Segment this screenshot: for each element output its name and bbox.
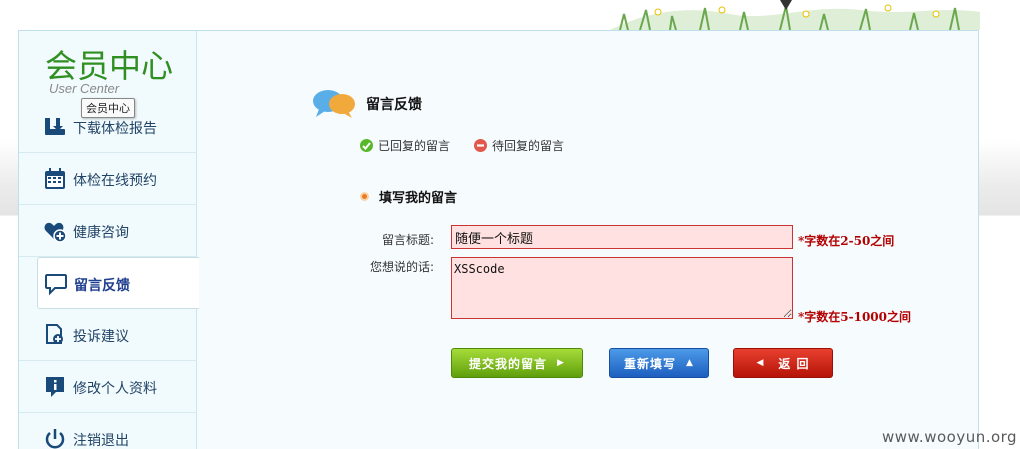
back-button[interactable]: ◀ 返 回 — [733, 348, 833, 378]
header-decoration — [610, 0, 980, 30]
chat-bubble-icon — [44, 272, 68, 296]
document-plus-icon — [43, 323, 67, 347]
submit-button[interactable]: 提交我的留言 ▶ — [451, 348, 583, 378]
section-heading-label: 填写我的留言 — [379, 191, 458, 206]
sidebar-item-health-consult[interactable]: 健康咨询 — [19, 205, 197, 257]
reset-button-label: 重新填写 — [624, 356, 677, 371]
sidebar-item-logout[interactable]: 注销退出 — [19, 413, 197, 449]
info-icon — [43, 375, 67, 399]
reset-button[interactable]: 重新填写 ▲ — [609, 348, 709, 378]
power-icon — [43, 427, 67, 449]
legend-replied: 已回复的留言 — [360, 137, 450, 154]
sidebar-item-label: 投诉建议 — [73, 329, 129, 345]
sidebar-item-label: 留言反馈 — [74, 278, 130, 294]
message-label: 您想说的话: — [370, 260, 435, 274]
sidebar-item-label: 健康咨询 — [73, 225, 129, 241]
title-label: 留言标题: — [382, 233, 435, 247]
sidebar-item-label: 注销退出 — [73, 433, 129, 449]
arrow-up-icon: ▲ — [686, 358, 694, 368]
message-hint: *字数在5-1000之间 — [798, 310, 912, 324]
arrow-right-icon: ▶ — [557, 358, 565, 368]
sidebar-item-label: 修改个人资料 — [73, 381, 157, 397]
calendar-icon — [43, 167, 67, 191]
sidebar-item-label: 下载体检报告 — [73, 121, 157, 137]
check-icon — [360, 139, 373, 152]
watermark: www.wooyun.org — [882, 428, 1018, 446]
arrow-left-icon: ◀ — [756, 358, 765, 368]
submit-button-label: 提交我的留言 — [469, 356, 548, 371]
sidebar-item-edit-profile[interactable]: 修改个人资料 — [19, 361, 197, 413]
main-frame: 会员中心 User Center 会员中心 下载体检报告 体检在线预约 健康咨询 — [18, 30, 979, 449]
content-area: 留言反馈 已回复的留言 待回复的留言 填写我的留言 留言标题: *字数在2-50… — [198, 31, 978, 449]
sidebar-item-label: 体检在线预约 — [73, 173, 157, 189]
heart-plus-icon — [43, 219, 67, 243]
legend-pending-label: 待回复的留言 — [492, 139, 565, 153]
bullet-icon — [360, 192, 369, 201]
tooltip: 会员中心 — [81, 98, 135, 118]
legend-pending: 待回复的留言 — [474, 137, 564, 154]
minus-icon — [474, 139, 487, 152]
section-heading: 填写我的留言 — [360, 187, 457, 206]
title-input[interactable] — [451, 225, 793, 249]
message-textarea[interactable]: XSScode — [451, 257, 793, 319]
legend-replied-label: 已回复的留言 — [378, 139, 451, 153]
page-title: 留言反馈 — [366, 97, 422, 113]
sidebar-item-online-booking[interactable]: 体检在线预约 — [19, 153, 197, 205]
chat-bubbles-icon — [310, 83, 358, 123]
back-button-label: 返 回 — [778, 356, 810, 371]
logo-subtitle: User Center — [49, 81, 120, 96]
download-icon — [43, 115, 67, 139]
sidebar-item-feedback[interactable]: 留言反馈 — [37, 257, 199, 309]
title-hint: *字数在2-50之间 — [798, 234, 895, 248]
sidebar: 会员中心 User Center 会员中心 下载体检报告 体检在线预约 健康咨询 — [19, 31, 199, 449]
sidebar-item-complaints[interactable]: 投诉建议 — [19, 309, 197, 361]
